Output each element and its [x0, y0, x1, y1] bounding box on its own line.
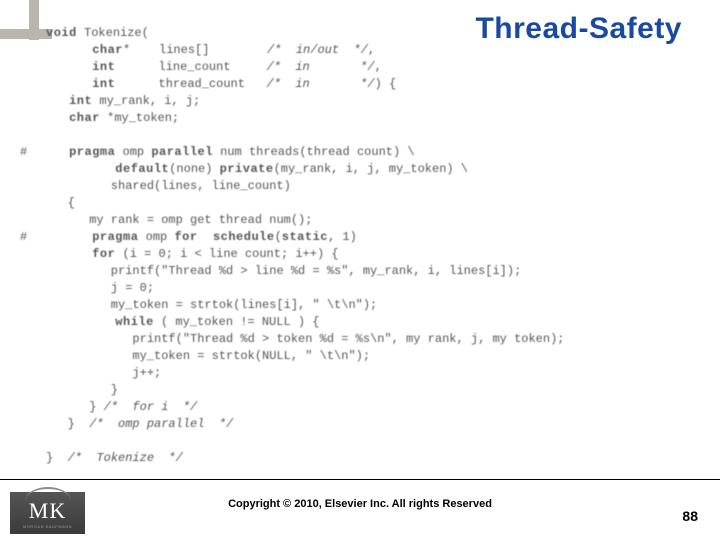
code-text: j = 0;	[46, 281, 154, 295]
copyright-text: Copyright © 2010, Elsevier Inc. All righ…	[0, 498, 720, 510]
code-text: my_rank, i, j;	[92, 94, 200, 108]
code-text: * lines[]	[123, 43, 267, 57]
code-text	[46, 434, 53, 448]
code-text: {	[46, 196, 75, 210]
decoration-horizontal	[0, 29, 52, 39]
code-text: shared(lines, line_count)	[46, 179, 291, 193]
code-text: my rank = omp get thread num();	[46, 213, 312, 227]
code-kw: pragma	[46, 145, 115, 159]
page-number: 88	[682, 508, 698, 524]
code-text: (none)	[169, 162, 219, 176]
code-text: ,	[368, 43, 375, 57]
code-text: }	[46, 417, 89, 431]
footer: MK MORGAN KAUFMANN Copyright © 2010, Els…	[0, 480, 720, 540]
code-text: (	[275, 230, 282, 244]
code-comment: /* Tokenize */	[68, 451, 183, 465]
code-text: }	[46, 400, 104, 414]
code-hash: #	[20, 144, 27, 161]
code-hash: #	[20, 229, 27, 246]
code-kw: parallel	[151, 145, 213, 159]
code-text: my_token = strtok(NULL, " \t\n");	[46, 349, 370, 363]
code-text: }	[46, 383, 118, 397]
code-kw: for	[46, 247, 115, 261]
code-text: printf("Thread %d > token %d = %s\n", my…	[46, 332, 564, 346]
code-kw: private	[220, 162, 274, 176]
code-text	[46, 128, 53, 142]
code-kw: void	[46, 26, 77, 40]
code-kw: char	[46, 43, 123, 57]
code-kw: char	[46, 111, 100, 125]
code-text: j++;	[46, 366, 161, 380]
code-kw: static	[282, 230, 328, 244]
code-block: void Tokenize( char* lines[] /* in/out *…	[46, 8, 686, 467]
code-comment: /* in/out */	[267, 43, 368, 57]
code-kw: while	[46, 315, 154, 329]
code-text: ) {	[375, 77, 397, 91]
code-text: my_token = strtok(lines[i], " \t\n");	[46, 298, 377, 312]
code-comment: /* in */	[267, 77, 375, 91]
code-text: num threads(thread count) \	[213, 145, 415, 159]
code-text: (i = 0; i < line count; i++) {	[115, 247, 338, 261]
code-text: omp	[115, 145, 151, 159]
slide: Thread-Safety void Tokenize( char* lines…	[0, 0, 720, 540]
code-kw: default	[46, 162, 169, 176]
logo-subtext: MORGAN KAUFMANN	[23, 524, 72, 529]
code-text: line_count	[115, 60, 266, 74]
code-kw: int	[46, 77, 115, 91]
code-text: *my_token;	[100, 111, 179, 125]
code-comment: /* in */	[267, 60, 375, 74]
code-comment: /* omp parallel */	[89, 417, 233, 431]
code-text: omp	[138, 230, 174, 244]
code-text: (my_rank, i, j, my_token) \	[274, 162, 468, 176]
code-text: }	[46, 451, 68, 465]
code-text: , 1)	[328, 230, 357, 244]
code-comment: /* for i */	[104, 400, 198, 414]
code-kw: int	[46, 60, 115, 74]
code-kw: pragma	[46, 230, 138, 244]
code-text: printf("Thread %d > line %d = %s", my_ra…	[46, 264, 521, 278]
code-kw: for schedule	[174, 230, 274, 244]
code-text: ,	[375, 60, 382, 74]
code-kw: int	[46, 94, 92, 108]
code-text: ( my_token != NULL ) {	[154, 315, 320, 329]
code-text: Tokenize(	[77, 26, 149, 40]
code-text: thread_count	[115, 77, 266, 91]
